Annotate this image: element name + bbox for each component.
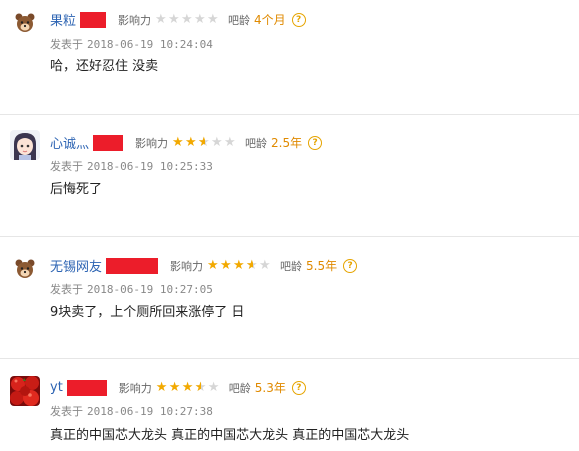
redaction-mark (80, 11, 107, 28)
star-icon: ★ (155, 380, 168, 395)
post-content: 哈，还好忍住 没卖 (50, 59, 159, 74)
post-time: 发表于 2018-06-19 10:25:33 (50, 158, 213, 174)
post-time-value: 2018-06-19 10:27:38 (87, 405, 213, 418)
star-icon: ★ (233, 258, 245, 273)
bear-avatar-icon[interactable] (14, 258, 36, 280)
posted-at-label: 发表于 (50, 160, 83, 173)
tomato-avatar-icon[interactable] (10, 376, 40, 406)
star-half-icon: ★ (246, 259, 259, 272)
star-icon: ★ (185, 135, 197, 150)
bar-age-label: 吧龄 (228, 381, 251, 395)
star-icon: ★ (181, 12, 193, 27)
influence-label: 影响力 (118, 13, 152, 27)
bar-age-value: 5.3年 (254, 381, 286, 395)
post-time: 发表于 2018-06-19 10:27:05 (50, 281, 213, 297)
divider (0, 236, 579, 237)
star-icon: ★ (207, 380, 220, 395)
username-link[interactable]: 果粒 (50, 10, 76, 29)
star-icon: ★ (168, 12, 180, 27)
star-icon: ★ (207, 12, 219, 27)
influence-stars: ★ ★ ★ ★ ★ (172, 136, 237, 149)
influence-label: 影响力 (118, 381, 152, 395)
star-icon: ★ (207, 258, 219, 273)
influence-label: 影响力 (135, 136, 169, 150)
influence-stars: ★ ★ ★ ★ ★ (207, 259, 272, 272)
post-time: 发表于 2018-06-19 10:24:04 (50, 36, 213, 52)
post-time-value: 2018-06-19 10:27:05 (87, 283, 213, 296)
star-icon: ★ (168, 380, 181, 395)
redaction-mark (93, 134, 124, 151)
bar-age-value: 5.5年 (306, 259, 338, 273)
post-time-value: 2018-06-19 10:25:33 (87, 160, 213, 173)
help-icon[interactable]: ? (291, 12, 306, 27)
help-icon[interactable]: ? (291, 380, 306, 395)
bar-age-label: 吧龄 (228, 13, 251, 27)
bar-age-label: 吧龄 (280, 259, 303, 273)
star-icon: ★ (220, 258, 232, 273)
star-icon: ★ (259, 258, 271, 273)
star-icon: ★ (155, 12, 167, 27)
bar-age-value: 2.5年 (271, 136, 303, 150)
bar-age-value: 4个月 (254, 13, 286, 27)
help-icon[interactable]: ? (343, 258, 358, 273)
username-link[interactable]: 心诚灬 (50, 133, 89, 152)
post-time: 发表于 2018-06-19 10:27:38 (50, 403, 213, 419)
star-icon: ★ (194, 12, 206, 27)
star-icon: ★ (181, 380, 194, 395)
bar-age-label: 吧龄 (245, 136, 268, 150)
post-content: 9块卖了，上个厕所回来涨停了 日 (50, 305, 245, 320)
bear-avatar-icon[interactable] (14, 12, 36, 34)
username-link[interactable]: yt (50, 380, 63, 395)
posted-at-label: 发表于 (50, 405, 83, 418)
post-time-value: 2018-06-19 10:24:04 (87, 38, 213, 51)
girl-avatar-icon[interactable] (10, 130, 40, 160)
posted-at-label: 发表于 (50, 38, 83, 51)
post-content: 后悔死了 (50, 182, 103, 197)
help-icon[interactable]: ? (308, 135, 323, 150)
star-icon: ★ (211, 135, 223, 150)
divider (0, 358, 579, 359)
star-half-icon: ★ (198, 136, 211, 149)
redaction-mark (106, 257, 159, 274)
username-link[interactable]: 无锡网友 (50, 256, 102, 275)
divider (0, 114, 579, 115)
star-icon: ★ (224, 135, 236, 150)
redaction-mark (66, 379, 107, 396)
influence-label: 影响力 (170, 259, 204, 273)
influence-stars: ★ ★ ★ ★ ★ (155, 13, 220, 26)
star-half-icon: ★ (195, 381, 208, 394)
posted-at-label: 发表于 (50, 283, 83, 296)
comment-list: 果粒 影响力 ★ ★ ★ ★ ★ 吧龄 4个月 ? 发表于 2018-06-19 … (0, 0, 579, 451)
post-content: 真正的中国芯大龙头 真正的中国芯大龙头 真正的中国芯大龙头 (50, 428, 410, 443)
influence-stars: ★ ★ ★ ★ ★ (156, 381, 221, 394)
star-icon: ★ (172, 135, 184, 150)
